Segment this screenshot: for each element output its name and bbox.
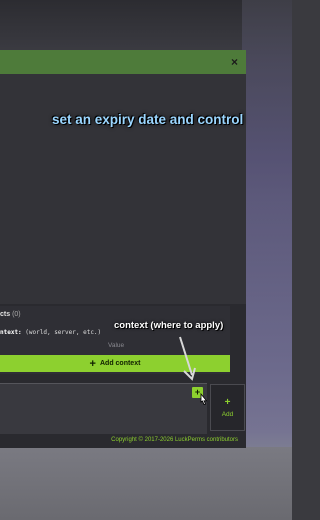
- tutorial-arrow-icon: [179, 336, 196, 381]
- mouse-cursor-icon: [200, 393, 208, 405]
- context-hint-text: (world, server, etc.): [21, 329, 102, 336]
- add-permission-button[interactable]: + Add: [210, 384, 245, 431]
- value-column-label: Value: [108, 342, 125, 349]
- background-bottom: [0, 447, 292, 520]
- plus-icon: +: [224, 396, 231, 408]
- copyright-text: Copyright © 2017-2026 LuckPerms contribu…: [111, 437, 238, 443]
- add-context-label: Add context: [99, 360, 141, 367]
- contexts-count: (0): [12, 311, 21, 318]
- modal-header: ×: [0, 50, 246, 74]
- permission-input-panel: [0, 383, 207, 436]
- add-button-label: Add: [221, 410, 234, 418]
- contexts-heading: cts (0): [0, 311, 21, 318]
- modal-body: [0, 74, 246, 304]
- tutorial-caption-context: context (where to apply): [114, 320, 224, 331]
- context-hint: ntext: (world, server, etc.): [0, 329, 101, 336]
- close-icon[interactable]: ×: [231, 54, 238, 70]
- plus-icon: +: [89, 357, 96, 370]
- contexts-heading-label: cts: [0, 311, 11, 318]
- modal-footer: Copyright © 2017-2026 LuckPerms contribu…: [0, 434, 246, 448]
- tutorial-caption-top: set an expiry date and control: [52, 112, 244, 127]
- context-hint-key: ntext:: [0, 329, 22, 336]
- background-blur-right: [242, 0, 292, 520]
